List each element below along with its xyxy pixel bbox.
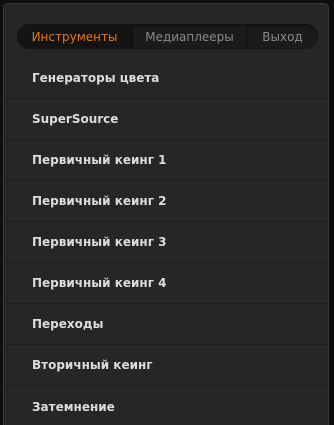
tab-tools[interactable]: Инструменты [17,24,132,49]
tools-menu-list: Генераторы цвета SuperSource Первичный к… [4,58,328,425]
menu-item-upstream-key-1[interactable]: Первичный кеинг 1 [4,140,328,181]
tools-panel: Инструменты Медиаплееры Выход Генераторы… [3,3,329,425]
menu-item-downstream-key[interactable]: Вторичный кеинг [4,345,328,386]
menu-item-upstream-key-4[interactable]: Первичный кеинг 4 [4,263,328,304]
tab-bar: Инструменты Медиаплееры Выход [17,24,318,49]
menu-item-upstream-key-2[interactable]: Первичный кеинг 2 [4,181,328,222]
menu-item-supersource[interactable]: SuperSource [4,99,328,140]
menu-item-color-generators[interactable]: Генераторы цвета [4,58,328,99]
menu-item-upstream-key-3[interactable]: Первичный кеинг 3 [4,222,328,263]
tab-media-players[interactable]: Медиаплееры [132,24,246,49]
menu-item-fade-to-black[interactable]: Затемнение [4,386,328,425]
menu-item-transitions[interactable]: Переходы [4,304,328,345]
tab-output[interactable]: Выход [246,24,318,49]
